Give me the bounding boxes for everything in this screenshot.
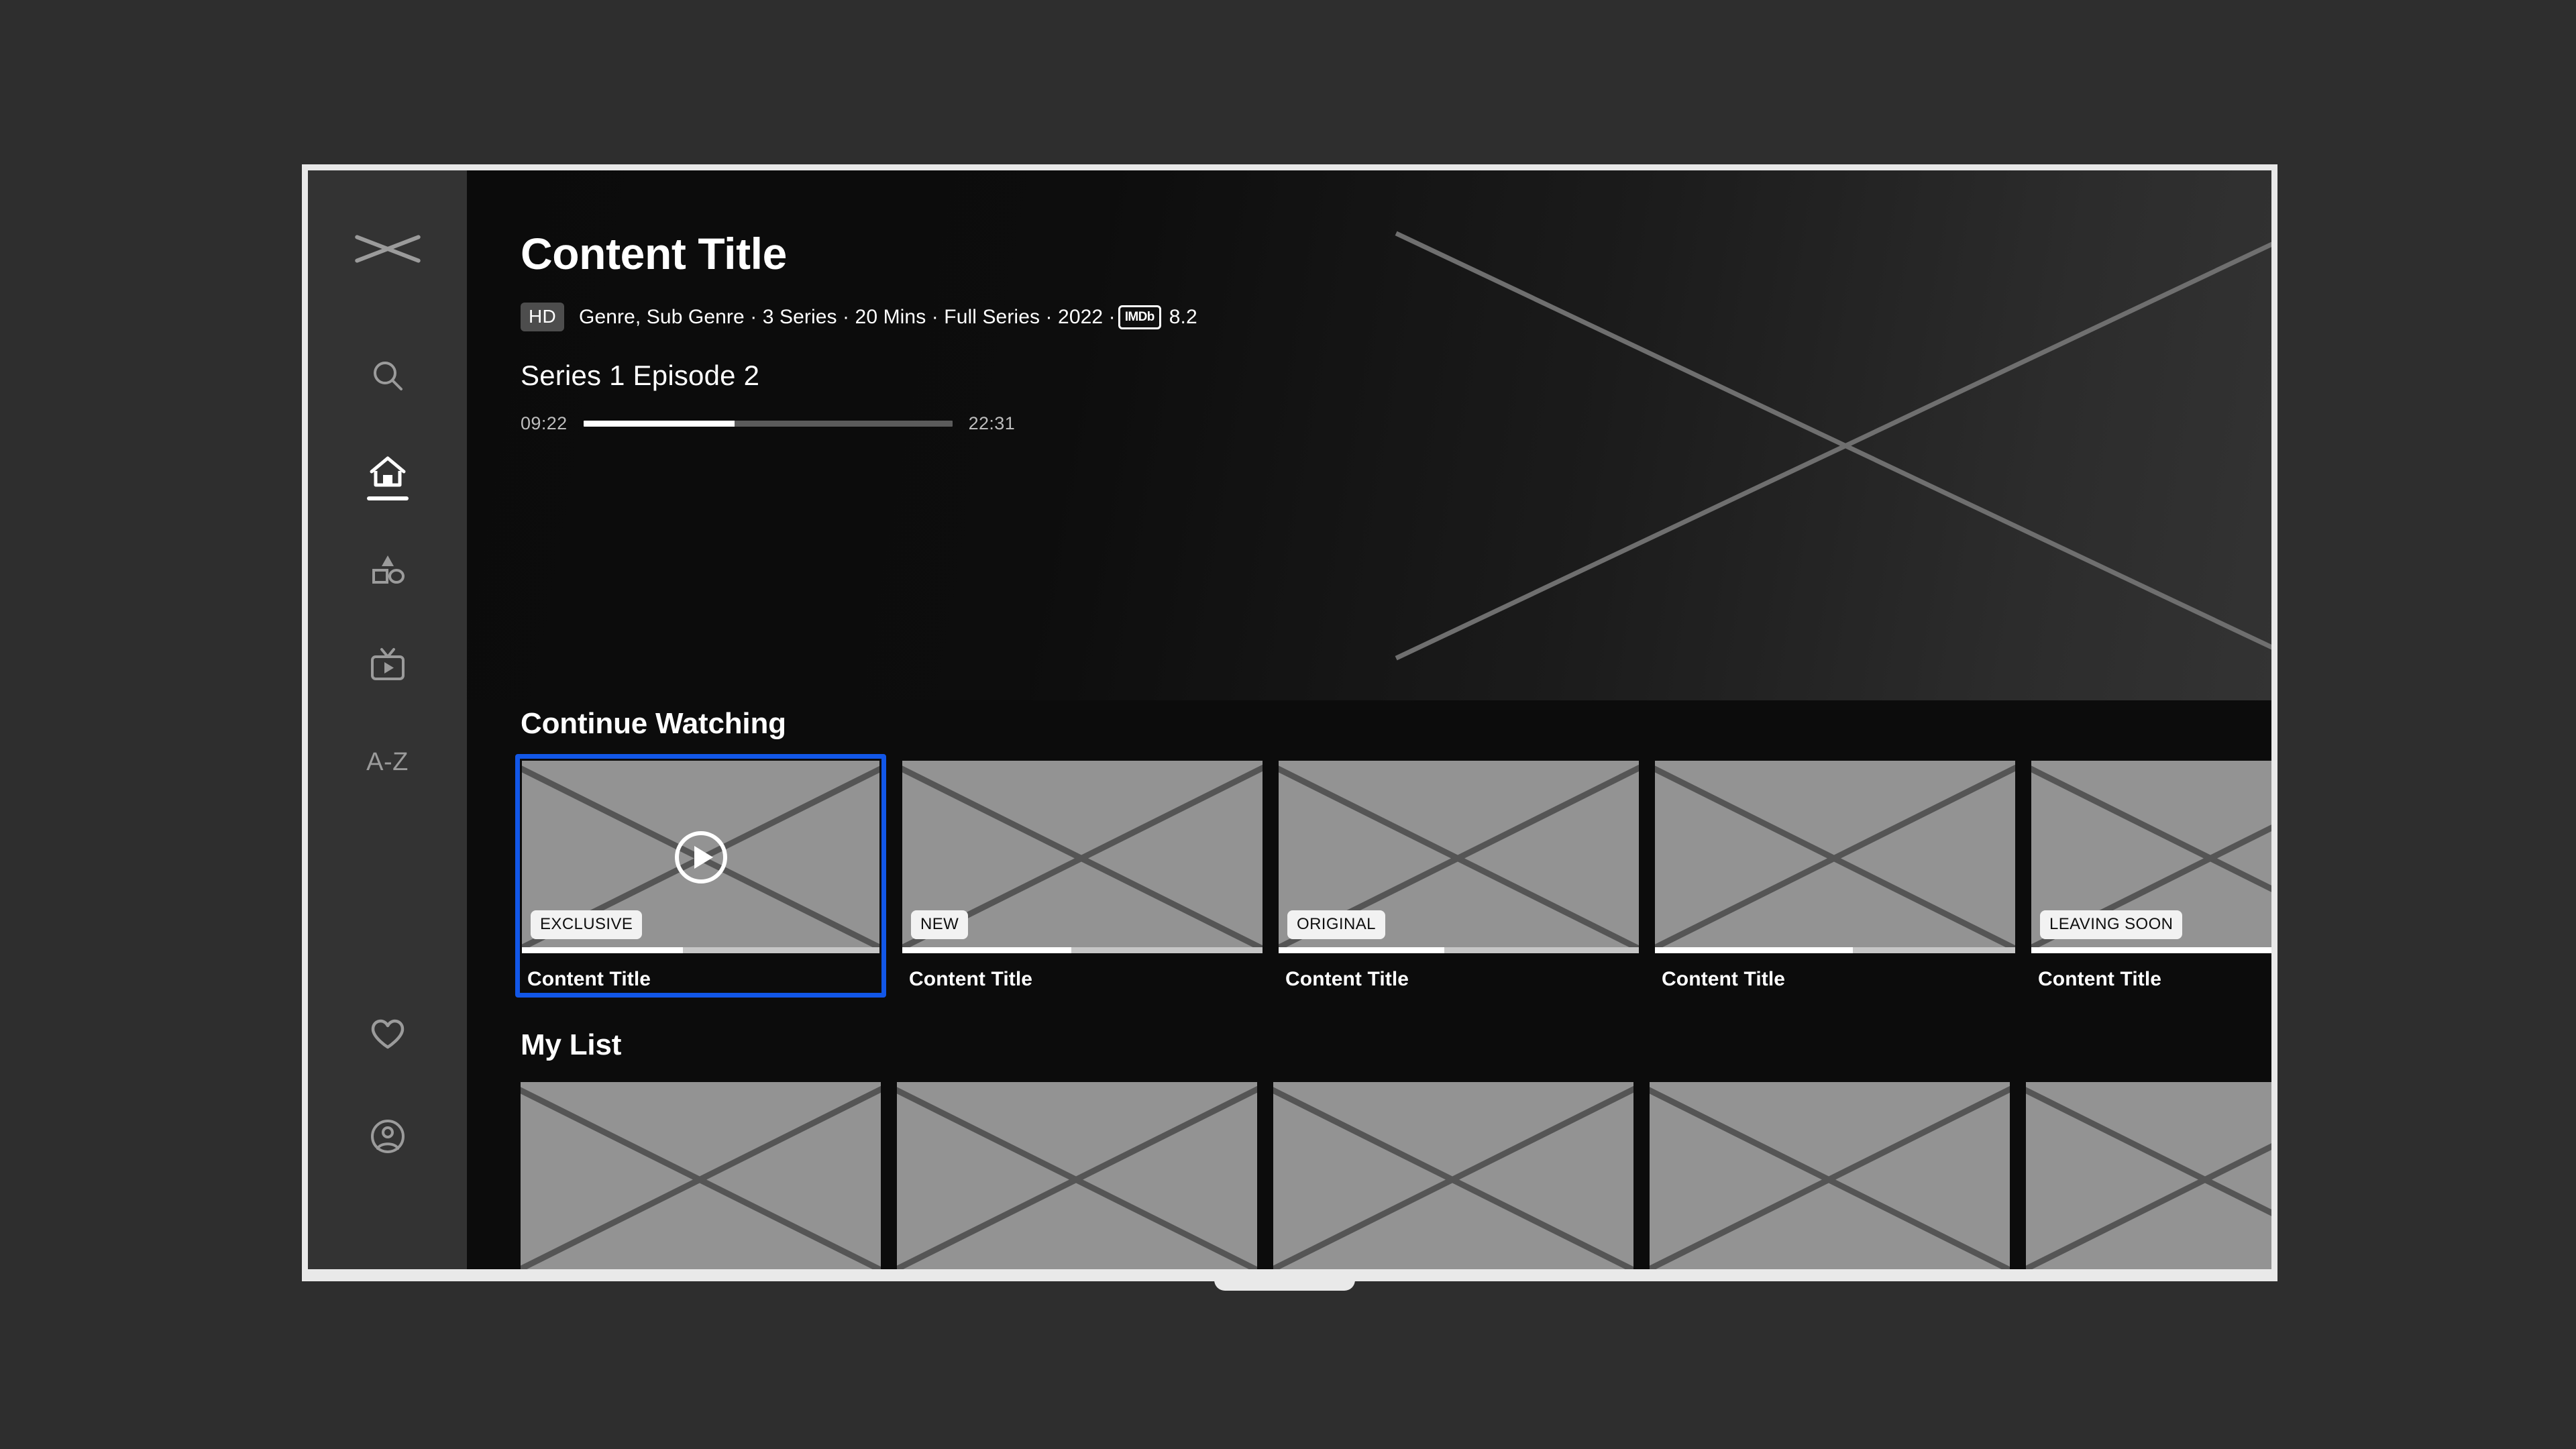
status-badge: EXCLUSIVE	[531, 910, 643, 939]
content-card[interactable]: Content Title	[897, 1082, 1257, 1269]
card-thumbnail	[897, 1082, 1257, 1269]
row-continue-watching: Continue Watching EXCLUSIVE Content Title N…	[467, 707, 2271, 998]
card-progress-fill	[1279, 947, 1445, 953]
page-title: Content Title	[521, 229, 787, 278]
card-title: Content Title	[2038, 968, 2162, 990]
card-thumbnail: LEAVING SOON	[2031, 761, 2271, 953]
hero-metadata-string: Genre, Sub Genre · 3 Series · 20 Mins · …	[579, 305, 1116, 328]
content-card[interactable]: Content Title	[2026, 1082, 2271, 1269]
card-rail: EXCLUSIVE Content Title NEW Content Title OR…	[515, 754, 2271, 998]
total-time: 22:31	[968, 413, 1016, 434]
search-icon	[370, 358, 406, 394]
content-card[interactable]: Content Title	[1273, 1082, 1633, 1269]
hero-progress-bar[interactable]	[583, 421, 953, 427]
hero-progress-row: 09:22 22:31	[521, 413, 2271, 434]
card-rail: Content TitleContent TitleContent TitleC…	[521, 1082, 2271, 1269]
card-title: Content Title	[527, 968, 651, 990]
content-card[interactable]: Content Title	[1655, 761, 2015, 991]
imdb-badge: IMDb	[1118, 305, 1161, 329]
card-thumbnail	[2026, 1082, 2271, 1269]
content-card[interactable]: NEW Content Title	[902, 761, 1263, 991]
card-progress-fill	[522, 947, 683, 953]
card-thumbnail	[1655, 761, 2015, 953]
categories-icon	[368, 551, 407, 586]
card-progress-fill	[902, 947, 1072, 953]
status-badge: NEW	[911, 910, 969, 939]
card-thumbnail: ORIGINAL	[1279, 761, 1639, 953]
sidebar-active-indicator	[366, 496, 409, 500]
hero-progress-fill	[583, 421, 735, 427]
sidebar-item-favourites[interactable]	[354, 1001, 421, 1068]
account-icon	[369, 1118, 407, 1155]
app-window: A-Z Content Title HD Genre, Sub Genre · …	[302, 164, 2277, 1281]
heart-icon	[369, 1018, 407, 1051]
hero-metadata-row: HD Genre, Sub Genre · 3 Series · 20 Mins…	[521, 303, 2271, 332]
play-triangle-icon	[694, 845, 713, 869]
x-logo	[351, 224, 425, 272]
card-thumbnail	[521, 1082, 881, 1269]
row-my-list: My ListContent TitleContent TitleContent…	[467, 1028, 2271, 1269]
hero-details: Content Title HD Genre, Sub Genre · 3 Se…	[467, 170, 2271, 434]
card-progress-bar	[2031, 947, 2271, 953]
card-thumbnail	[1650, 1082, 2010, 1269]
card-progress-fill	[1655, 947, 1854, 953]
card-title: Content Title	[1662, 968, 1786, 990]
row-title: My List	[521, 1028, 622, 1061]
card-title: Content Title	[1285, 968, 1409, 990]
desktop-backdrop: A-Z Content Title HD Genre, Sub Genre · …	[0, 0, 2576, 1449]
main-content: Content Title HD Genre, Sub Genre · 3 Se…	[467, 170, 2271, 1269]
card-progress-fill	[2031, 947, 2271, 953]
content-card-focused[interactable]: EXCLUSIVE Content Title	[515, 754, 886, 998]
image-placeholder-x-icon	[2026, 1082, 2271, 1269]
status-badge: LEAVING SOON	[2040, 910, 2183, 939]
sidebar-navigation: A-Z	[308, 170, 467, 1269]
sidebar-item-home[interactable]	[354, 439, 421, 506]
content-card[interactable]: Content Title	[521, 1082, 881, 1269]
card-thumbnail: EXCLUSIVE	[522, 761, 879, 953]
card-progress-bar	[522, 947, 879, 953]
status-badge: ORIGINAL	[1287, 910, 1385, 939]
episode-label: Series 1 Episode 2	[521, 360, 760, 392]
content-card[interactable]: LEAVING SOON Content Title	[2031, 761, 2271, 991]
window-bottom-notch[interactable]	[1214, 1269, 1355, 1291]
home-icon	[369, 455, 407, 490]
card-thumbnail	[1273, 1082, 1633, 1269]
sidebar-item-live-tv[interactable]	[354, 632, 421, 699]
a-z-label: A-Z	[366, 747, 409, 776]
row-title: Continue Watching	[521, 707, 786, 740]
app-window-content: A-Z Content Title HD Genre, Sub Genre · …	[308, 170, 2271, 1269]
card-thumbnail: NEW	[902, 761, 1263, 953]
tv-icon	[368, 647, 408, 684]
imdb-rating: 8.2	[1169, 305, 1197, 328]
sidebar-item-a-z[interactable]: A-Z	[354, 729, 421, 796]
play-circle-icon[interactable]	[674, 830, 727, 883]
sidebar-item-categories[interactable]	[354, 535, 421, 602]
hero-metadata-text: Genre, Sub Genre · 3 Series · 20 Mins · …	[579, 305, 1197, 329]
elapsed-time: 09:22	[521, 413, 568, 434]
content-card[interactable]: Content Title	[1650, 1082, 2010, 1269]
hero-banner: Content Title HD Genre, Sub Genre · 3 Se…	[467, 170, 2271, 700]
content-rows: Continue Watching EXCLUSIVE Content Title N…	[467, 707, 2271, 1269]
hd-badge: HD	[521, 303, 565, 332]
card-title: Content Title	[909, 968, 1033, 990]
content-card[interactable]: ORIGINAL Content Title	[1279, 761, 1639, 991]
card-progress-bar	[902, 947, 1263, 953]
sidebar-item-account[interactable]	[354, 1103, 421, 1170]
sidebar-secondary-items	[354, 1001, 421, 1170]
sidebar-item-search[interactable]	[354, 342, 421, 409]
card-progress-bar	[1279, 947, 1639, 953]
card-progress-bar	[1655, 947, 2015, 953]
sidebar-primary-items: A-Z	[354, 342, 421, 825]
